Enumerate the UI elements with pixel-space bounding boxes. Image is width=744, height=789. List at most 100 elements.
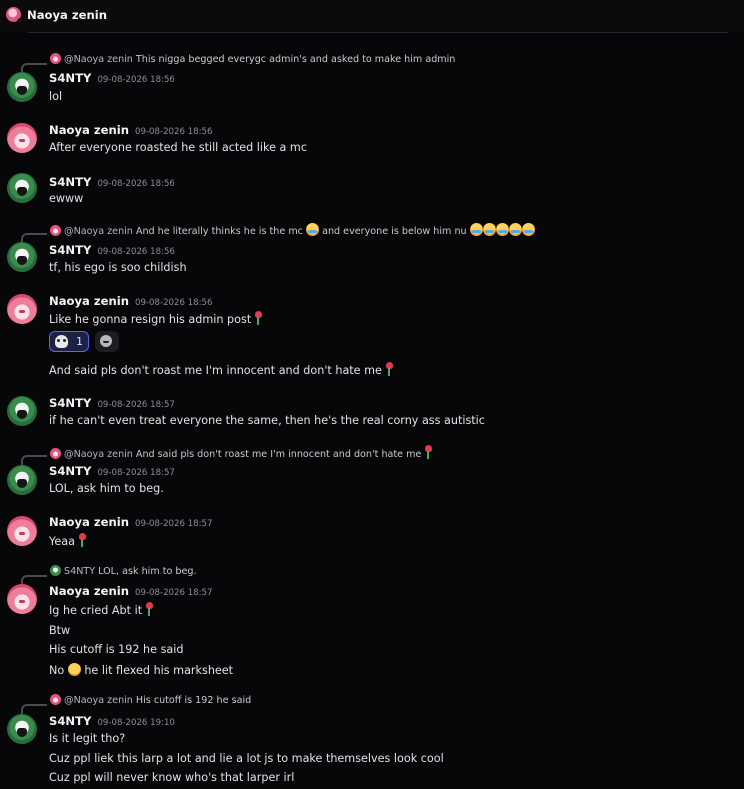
avatar[interactable] (7, 396, 37, 426)
message-text-line: No he lit flexed his marksheet (49, 663, 233, 677)
reply-author[interactable]: @Naoya zenin (64, 226, 133, 237)
author-line: S4NTY 09-08-2026 18:56 (49, 71, 175, 85)
author-line: Naoya zenin 09-08-2026 18:57 (49, 515, 212, 529)
reply-preview[interactable]: @Naoya zenin And he literally thinks he i… (50, 223, 535, 237)
author-line: S4NTY 09-08-2026 18:57 (49, 396, 175, 410)
reply-avatar (50, 448, 61, 459)
message-text: His cutoff is 192 he said (49, 643, 184, 656)
avatar[interactable] (7, 584, 37, 614)
avatar[interactable] (7, 516, 37, 546)
author-line: S4NTY 09-08-2026 18:57 (49, 464, 175, 478)
message-text: he lit flexed his marksheet (84, 664, 234, 677)
avatar[interactable] (7, 72, 37, 102)
reply-text: And he literally thinks he is the mc (135, 226, 303, 237)
wilted-rose-emoji-icon (385, 362, 393, 376)
loudly-crying-emoji-icon (508, 223, 522, 236)
author-name[interactable]: Naoya zenin (49, 294, 129, 308)
reply-avatar (50, 225, 61, 236)
header-divider (28, 32, 728, 33)
author-name[interactable]: Naoya zenin (49, 123, 129, 137)
reply-text: And said pls don't roast me I'm innocent… (135, 449, 422, 460)
thinking-emoji-icon (67, 663, 81, 676)
author-name[interactable]: S4NTY (49, 175, 91, 189)
reply-preview[interactable]: @Naoya zenin And said pls don't roast me … (50, 445, 433, 460)
message-text: Like he gonna resign his admin post (49, 313, 252, 326)
reply-preview[interactable]: @Naoya zenin This nigga begged everygc ad… (50, 53, 455, 65)
wilted-rose-emoji-icon (254, 311, 263, 325)
wilted-rose-emoji-icon (424, 445, 433, 459)
message-text: LOL, ask him to beg. (49, 482, 164, 495)
timestamp: 09-08-2026 18:56 (97, 75, 175, 85)
timestamp: 09-08-2026 18:57 (97, 468, 175, 478)
author-name[interactable]: Naoya zenin (49, 584, 129, 598)
message-text: Yeaa (49, 535, 75, 548)
reply-text-cont: and everyone is below him nu (322, 226, 467, 237)
author-name[interactable]: S4NTY (49, 464, 91, 478)
reply-preview[interactable]: S4NTY LOL, ask him to beg. (50, 565, 197, 577)
message-text: Cuz ppl liek this larp a lot and lie a l… (49, 752, 444, 765)
avatar[interactable] (7, 242, 37, 272)
author-name[interactable]: S4NTY (49, 71, 91, 85)
channel-title: Naoya zenin (27, 8, 108, 22)
timestamp: 09-08-2026 18:56 (135, 127, 213, 137)
wilted-rose-emoji-icon (145, 602, 154, 616)
add-reaction-button[interactable] (95, 331, 119, 352)
message-text: After everyone roasted he still acted li… (49, 141, 307, 154)
avatar[interactable] (7, 714, 37, 744)
avatar[interactable] (7, 123, 37, 153)
channel-header: Naoya zenin (0, 0, 744, 32)
author-name[interactable]: S4NTY (49, 396, 91, 410)
reaction-count: 1 (76, 335, 83, 348)
avatar[interactable] (7, 173, 37, 203)
author-line: S4NTY 09-08-2026 19:10 (49, 714, 175, 728)
message-text-line: Yeaa (49, 533, 86, 548)
author-line: Naoya zenin 09-08-2026 18:56 (49, 123, 212, 137)
message-text: Is it legit tho? (49, 732, 126, 745)
reply-author[interactable]: S4NTY (64, 566, 95, 577)
message-text: ewww (49, 192, 84, 205)
timestamp: 09-08-2026 18:57 (135, 519, 213, 529)
timestamp: 09-08-2026 18:56 (97, 179, 175, 189)
message-text-line: Like he gonna resign his admin post (49, 311, 263, 326)
reply-text: This nigga begged everygc admin's and as… (135, 54, 456, 65)
avatar[interactable] (7, 294, 37, 324)
wilted-rose-emoji-icon (78, 533, 86, 547)
message-text: Ig he cried Abt it (49, 604, 143, 617)
reply-avatar (50, 53, 61, 64)
author-name[interactable]: S4NTY (49, 243, 91, 257)
author-line: S4NTY 09-08-2026 18:56 (49, 175, 175, 189)
skull-emoji-icon (55, 335, 68, 348)
author-line: Naoya zenin 09-08-2026 18:56 (49, 294, 212, 308)
message-text: Btw (49, 624, 71, 637)
loudly-crying-emoji-icon (495, 223, 509, 236)
timestamp: 09-08-2026 19:10 (97, 718, 175, 728)
message-text: lol (49, 90, 63, 103)
loudly-crying-emoji-icon (482, 223, 496, 236)
message-text-line: And said pls don't roast me I'm innocent… (49, 362, 393, 377)
author-name[interactable]: S4NTY (49, 714, 91, 728)
header-avatar[interactable] (6, 7, 24, 25)
author-name[interactable]: Naoya zenin (49, 515, 129, 529)
reply-avatar (50, 694, 61, 705)
loudly-crying-emoji-icon (306, 223, 319, 236)
author-line: S4NTY 09-08-2026 18:56 (49, 243, 175, 257)
add-reaction-icon (100, 335, 112, 347)
timestamp: 09-08-2026 18:57 (135, 588, 213, 598)
avatar[interactable] (7, 465, 37, 495)
message-text: tf, his ego is soo childish (49, 261, 187, 274)
reply-text: LOL, ask him to beg. (98, 566, 197, 577)
loudly-crying-emoji-icon (469, 223, 483, 236)
reply-author[interactable]: @Naoya zenin (64, 695, 133, 706)
reaction-skull[interactable]: 1 (49, 331, 89, 352)
message-text: if he can't even treat everyone the same… (49, 414, 485, 427)
message-text: Cuz ppl will never know who's that larpe… (49, 771, 295, 784)
message-text: No (49, 664, 65, 677)
message-text: And said pls don't roast me I'm innocent… (49, 364, 382, 377)
reply-author[interactable]: @Naoya zenin (64, 54, 133, 65)
reply-author[interactable]: @Naoya zenin (64, 449, 133, 460)
message-text-line: Ig he cried Abt it (49, 602, 154, 617)
reply-text: His cutoff is 192 he said (135, 695, 252, 706)
reply-preview[interactable]: @Naoya zenin His cutoff is 192 he said (50, 694, 251, 706)
author-line: Naoya zenin 09-08-2026 18:57 (49, 584, 212, 598)
timestamp: 09-08-2026 18:56 (97, 247, 175, 257)
